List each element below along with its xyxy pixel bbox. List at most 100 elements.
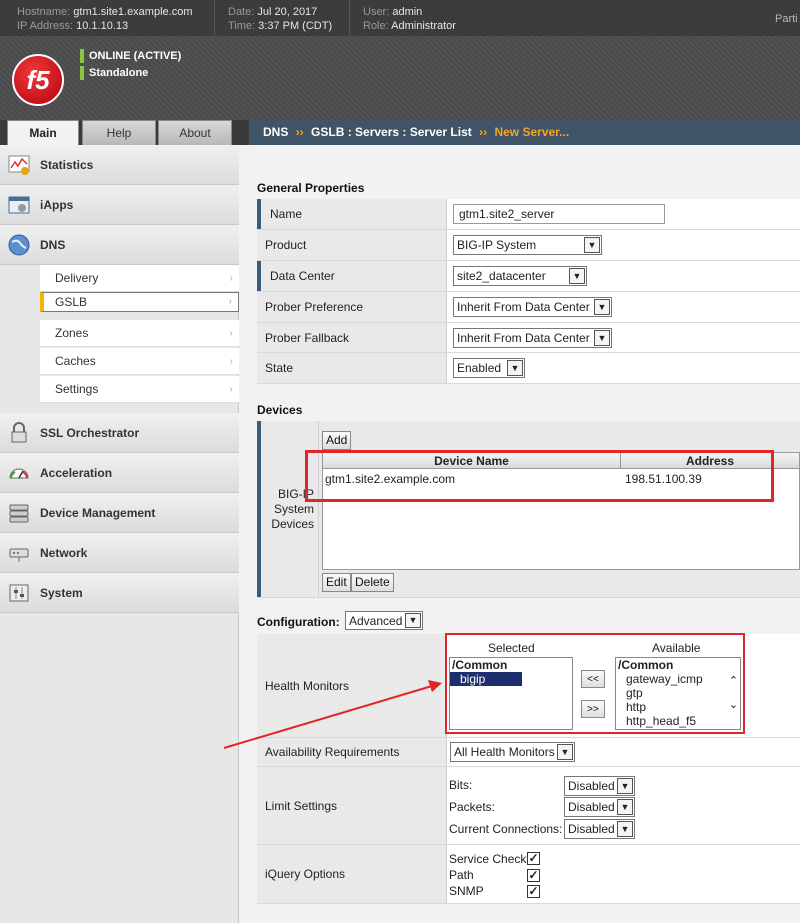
lock-icon xyxy=(11,422,27,443)
chevron-right-icon: › xyxy=(229,356,233,367)
nav-caches-label: Caches xyxy=(55,354,96,368)
delete-device-button[interactable]: Delete xyxy=(351,573,394,592)
nav-statistics[interactable]: Statistics xyxy=(0,145,239,185)
bits-select[interactable]: Disabled ▼ xyxy=(564,776,635,796)
tab-main[interactable]: Main xyxy=(7,120,79,145)
user-value: admin xyxy=(392,6,423,18)
prober-preference-row: Prober Preference Inherit From Data Cent… xyxy=(257,292,800,323)
nav-dns[interactable]: DNS xyxy=(0,225,239,265)
nav-ssl-label: SSL Orchestrator xyxy=(40,426,140,440)
chevron-right-icon: › xyxy=(229,384,233,395)
server-stack-icon xyxy=(9,504,29,523)
tab-help[interactable]: Help xyxy=(82,120,156,145)
chevron-down-icon: ▼ xyxy=(617,778,633,794)
prober-fallback-row: Prober Fallback Inherit From Data Center… xyxy=(257,323,800,353)
chevron-right-icon: › xyxy=(229,328,233,339)
configuration-mode-value: Advanced xyxy=(349,614,403,628)
datacenter-select[interactable]: site2_datacenter ▼ xyxy=(453,266,587,286)
nav-network-label: Network xyxy=(40,546,88,560)
nav-network[interactable]: Network xyxy=(0,533,239,573)
nav-iapps-label: iApps xyxy=(40,198,74,212)
nav-dns-caches[interactable]: Caches › xyxy=(40,348,239,375)
chevron-down-icon: ▼ xyxy=(594,299,610,315)
edit-device-button[interactable]: Edit xyxy=(322,573,351,592)
top-status-bar: Hostname: gtm1.site1.example.com IP Addr… xyxy=(0,0,800,36)
packets-select[interactable]: Disabled ▼ xyxy=(564,797,635,817)
system-icon xyxy=(9,584,29,602)
availability-requirements-select[interactable]: All Health Monitors ▼ xyxy=(450,742,575,762)
nav-delivery-label: Delivery xyxy=(55,271,99,285)
limit-settings-row: Limit Settings Bits: Disabled ▼ Packets: … xyxy=(257,767,800,845)
chevron-down-icon: ▼ xyxy=(569,268,585,284)
packets-value: Disabled xyxy=(568,800,615,814)
globe-icon xyxy=(8,234,30,256)
nav-device-management[interactable]: Device Management xyxy=(0,493,239,533)
product-select-value: BIG-IP System xyxy=(457,238,537,252)
nav-acceleration-label: Acceleration xyxy=(40,466,113,480)
path-checkbox[interactable]: ✓ xyxy=(527,869,540,882)
status-standalone: Standalone xyxy=(80,66,148,80)
service-check-label: Service Check xyxy=(449,852,527,866)
highlight-box xyxy=(305,450,774,502)
ip-label: IP Address: xyxy=(17,20,74,32)
iapps-icon xyxy=(8,196,30,214)
chevron-down-icon: ▼ xyxy=(557,744,573,760)
date-info: Date: Jul 20, 2017 Time: 3:37 PM (CDT) xyxy=(228,5,332,33)
chevron-down-icon: ▼ xyxy=(594,330,610,346)
nav-acceleration[interactable]: Acceleration xyxy=(0,453,239,493)
chevron-down-icon: ▼ xyxy=(617,799,633,815)
nav-dns-gslb[interactable]: GSLB › xyxy=(40,292,239,312)
packets-label: Packets: xyxy=(449,800,496,814)
state-row: State Enabled ▼ xyxy=(257,353,800,384)
bigip-devices-label: BIG-IP System Devices xyxy=(257,421,319,597)
nav-gslb-label: GSLB xyxy=(55,295,88,309)
connections-label: Current Connections: xyxy=(449,822,563,836)
chevron-down-icon: ▼ xyxy=(507,360,523,376)
snmp-checkbox[interactable]: ✓ xyxy=(527,885,540,898)
nav-iapps[interactable]: iApps xyxy=(0,185,239,225)
nav-dns-settings[interactable]: Settings › xyxy=(40,376,239,403)
nav-system-label: System xyxy=(40,586,83,600)
breadcrumb-separator: ›› xyxy=(479,125,488,139)
add-device-button[interactable]: Add xyxy=(322,431,352,450)
breadcrumb: DNS ›› GSLB : Servers : Server List ›› N… xyxy=(249,120,800,145)
nav-zones-label: Zones xyxy=(55,326,89,340)
prober-preference-select[interactable]: Inherit From Data Center ▼ xyxy=(453,297,612,317)
state-select[interactable]: Enabled ▼ xyxy=(453,358,525,378)
tab-about[interactable]: About xyxy=(158,120,232,145)
general-properties-title: General Properties xyxy=(257,181,365,195)
partition-text: Parti xyxy=(775,13,798,25)
chevron-down-icon: ▼ xyxy=(617,821,633,837)
nav-dns-zones[interactable]: Zones › xyxy=(40,320,239,347)
service-check-checkbox[interactable]: ✓ xyxy=(527,852,540,865)
datacenter-row: Data Center site2_datacenter ▼ xyxy=(257,261,800,292)
nav-dns-label: DNS xyxy=(40,238,66,252)
bits-value: Disabled xyxy=(568,779,615,793)
configuration-title: Configuration: xyxy=(257,615,340,629)
name-row: Name gtm1.site2_server xyxy=(257,199,800,230)
highlight-box xyxy=(445,633,745,734)
connections-select[interactable]: Disabled ▼ xyxy=(564,819,635,839)
availability-requirements-label: Availability Requirements xyxy=(257,738,447,766)
nav-device-mgmt-label: Device Management xyxy=(40,506,156,520)
user-info: User: admin Role: Administrator xyxy=(363,5,456,33)
configuration-mode-select[interactable]: Advanced ▼ xyxy=(345,611,423,630)
nav-system[interactable]: System xyxy=(0,573,239,613)
availability-requirements-value: All Health Monitors xyxy=(454,745,555,759)
path-label: Path xyxy=(449,868,474,882)
iquery-options-row: iQuery Options Service Check ✓ Path ✓ SN… xyxy=(257,845,800,904)
nav-ssl-orchestrator[interactable]: SSL Orchestrator xyxy=(0,413,239,453)
datacenter-label: Data Center xyxy=(257,261,447,291)
product-select[interactable]: BIG-IP System ▼ xyxy=(453,235,602,255)
chevron-down-icon: ▼ xyxy=(584,237,600,253)
f5-logo[interactable]: f5 xyxy=(12,54,64,106)
name-input[interactable]: gtm1.site2_server xyxy=(453,204,665,224)
time-value: 3:37 PM (CDT) xyxy=(258,20,333,32)
breadcrumb-server-list[interactable]: GSLB : Servers : Server List xyxy=(311,125,472,139)
partition-label[interactable]: Parti xyxy=(775,12,798,26)
breadcrumb-dns[interactable]: DNS xyxy=(263,125,288,139)
ip-value: 10.1.10.13 xyxy=(76,20,129,32)
hostname-value: gtm1.site1.example.com xyxy=(73,6,193,18)
prober-fallback-select[interactable]: Inherit From Data Center ▼ xyxy=(453,328,612,348)
nav-dns-delivery[interactable]: Delivery › xyxy=(40,265,239,292)
